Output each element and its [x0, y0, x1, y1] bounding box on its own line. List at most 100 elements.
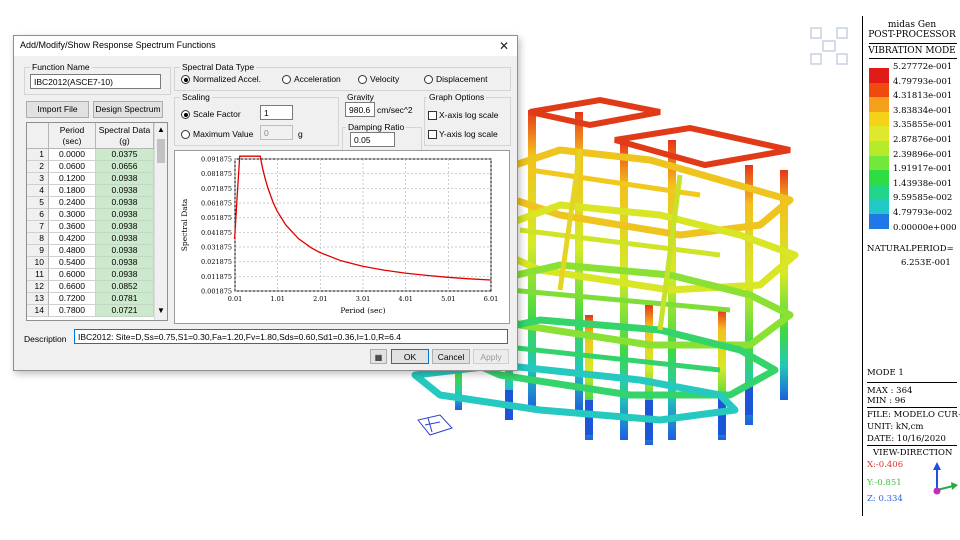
view-cube-icon[interactable] — [808, 25, 850, 67]
scale-factor-input[interactable]: 1 — [260, 105, 293, 120]
y-tick-label: 0.051875 — [201, 214, 232, 222]
table-row-number[interactable]: 10 — [27, 257, 49, 269]
table-cell-period[interactable]: 0.6000 — [49, 269, 96, 281]
table-cell-spectral-data[interactable]: 0.0938 — [96, 185, 154, 197]
table-row-number[interactable]: 11 — [27, 269, 49, 281]
table-cell-period[interactable]: 0.4200 — [49, 233, 96, 245]
import-file-button[interactable]: Import File — [26, 101, 89, 118]
table-cell-period[interactable]: 0.0600 — [49, 161, 96, 173]
table-cell-spectral-data[interactable]: 0.0656 — [96, 161, 154, 173]
close-icon[interactable]: ✕ — [495, 38, 513, 54]
table-row-number[interactable]: 13 — [27, 293, 49, 305]
legend-color-swatch — [869, 111, 889, 127]
table-scrollbar[interactable]: ▲ ▼ — [154, 123, 167, 320]
x-axis-title: Period (sec) — [340, 306, 385, 315]
table-cell-period[interactable]: 0.0000 — [49, 149, 96, 161]
table-cell-spectral-data[interactable]: 0.0721 — [96, 305, 154, 317]
radio-acceleration[interactable] — [282, 75, 291, 84]
table-row-number[interactable]: 5 — [27, 197, 49, 209]
table-cell-period[interactable]: 0.7200 — [49, 293, 96, 305]
table-cell-period[interactable]: 0.2400 — [49, 197, 96, 209]
table-row-number[interactable]: 3 — [27, 173, 49, 185]
graph-options-label: Graph Options — [427, 92, 487, 102]
table-cell-spectral-data[interactable]: 0.0938 — [96, 221, 154, 233]
table-cell-spectral-data[interactable]: 0.0938 — [96, 269, 154, 281]
table-cell-period[interactable]: 0.7800 — [49, 305, 96, 317]
maximum-value-input[interactable]: 0 — [260, 125, 293, 140]
legend-color-swatch — [869, 141, 889, 156]
table-cell-spectral-data[interactable]: 0.0938 — [96, 197, 154, 209]
y-tick-label: 0.021875 — [201, 258, 232, 266]
table-cell-spectral-data[interactable]: 0.0375 — [96, 149, 154, 161]
table-cell-period[interactable]: 0.1800 — [49, 185, 96, 197]
table-cell-period[interactable]: 0.3600 — [49, 221, 96, 233]
y-tick-label: 0.071875 — [201, 185, 232, 193]
y-log-checkbox[interactable] — [428, 130, 437, 139]
x-tick-label: 6.01 — [484, 295, 498, 303]
radio-scale-factor[interactable] — [181, 110, 190, 119]
radio-maximum-value[interactable] — [181, 130, 190, 139]
table-row-number[interactable]: 7 — [27, 221, 49, 233]
legend-color-swatch — [869, 82, 889, 98]
table-cell-spectral-data[interactable]: 0.0938 — [96, 209, 154, 221]
description-label: Description — [24, 334, 67, 344]
apply-button[interactable]: Apply — [473, 349, 509, 364]
table-cell-spectral-data[interactable]: 0.0938 — [96, 257, 154, 269]
table-cell-period[interactable]: 0.3000 — [49, 209, 96, 221]
y-tick-label: 0.061875 — [201, 200, 232, 208]
table-cell-period[interactable]: 0.6600 — [49, 281, 96, 293]
function-name-input[interactable]: IBC2012(ASCE7-10) — [30, 74, 161, 89]
y-log-label: Y-axis log scale — [439, 129, 498, 139]
gravity-unit: cm/sec^2 — [377, 105, 413, 115]
table-row-number[interactable]: 8 — [27, 233, 49, 245]
design-spectrum-button[interactable]: Design Spectrum — [93, 101, 163, 118]
y-tick-label: 0.031875 — [201, 244, 232, 252]
radio-velocity[interactable] — [358, 75, 367, 84]
table-cell-period[interactable]: 0.1200 — [49, 173, 96, 185]
view-z-value: Z: 0.334 — [867, 494, 903, 504]
acceleration-label: Acceleration — [294, 74, 341, 84]
damping-input[interactable]: 0.05 — [350, 132, 395, 147]
description-input[interactable]: IBC2012: Site=D,Ss=0.75,S1=0.30,Fa=1.20,… — [74, 329, 508, 344]
legend-color-swatch — [869, 199, 889, 215]
radio-normalized-accel[interactable] — [181, 75, 190, 84]
dialog-title: Add/Modify/Show Response Spectrum Functi… — [20, 40, 216, 50]
scroll-down-icon[interactable]: ▼ — [157, 306, 165, 315]
cancel-button[interactable]: Cancel — [432, 349, 470, 364]
gravity-input[interactable]: 980.6 — [345, 102, 375, 117]
table-row-number[interactable]: 4 — [27, 185, 49, 197]
table-row-number[interactable]: 9 — [27, 245, 49, 257]
dialog-title-bar[interactable]: Add/Modify/Show Response Spectrum Functi… — [14, 36, 517, 56]
column-header-spectral-data[interactable]: Spectral Data (g) — [96, 123, 154, 149]
table-row-number[interactable]: 2 — [27, 161, 49, 173]
table-row-number[interactable]: 6 — [27, 209, 49, 221]
damping-label: Damping Ratio — [346, 122, 407, 132]
table-cell-spectral-data[interactable]: 0.0781 — [96, 293, 154, 305]
table-cell-spectral-data[interactable]: 0.0938 — [96, 173, 154, 185]
table-cell-spectral-data[interactable]: 0.0852 — [96, 281, 154, 293]
spectrum-data-table[interactable]: Period (sec) Spectral Data (g) 1 0.0000 0.… — [26, 122, 168, 321]
scroll-thumb[interactable] — [157, 139, 165, 163]
ok-button[interactable]: OK — [391, 349, 429, 364]
result-legend: midas Gen POST-PROCESSOR VIBRATION MODE … — [862, 16, 960, 516]
column-header-period[interactable]: Period (sec) — [49, 123, 96, 149]
natural-period-value: 6.253E-001 — [901, 258, 951, 268]
radio-displacement[interactable] — [424, 75, 433, 84]
legend-color-swatch — [869, 170, 889, 186]
scroll-up-icon[interactable]: ▲ — [157, 125, 165, 134]
table-row-number[interactable]: 14 — [27, 305, 49, 317]
table-cell-period[interactable]: 0.5400 — [49, 257, 96, 269]
table-row-number[interactable]: 1 — [27, 149, 49, 161]
export-icon-button[interactable]: ▦ — [370, 349, 387, 364]
mode-name: MODE 1 — [867, 368, 904, 378]
maximum-value-unit: g — [298, 129, 303, 139]
table-cell-period[interactable]: 0.4800 — [49, 245, 96, 257]
x-log-checkbox[interactable] — [428, 111, 437, 120]
table-cell-spectral-data[interactable]: 0.0938 — [96, 245, 154, 257]
table-row-number[interactable]: 12 — [27, 281, 49, 293]
x-log-label: X-axis log scale — [439, 110, 499, 120]
gravity-label: Gravity — [345, 92, 376, 102]
table-cell-spectral-data[interactable]: 0.0938 — [96, 233, 154, 245]
x-tick-label: 4.01 — [398, 295, 412, 303]
legend-color-swatch — [869, 184, 889, 200]
